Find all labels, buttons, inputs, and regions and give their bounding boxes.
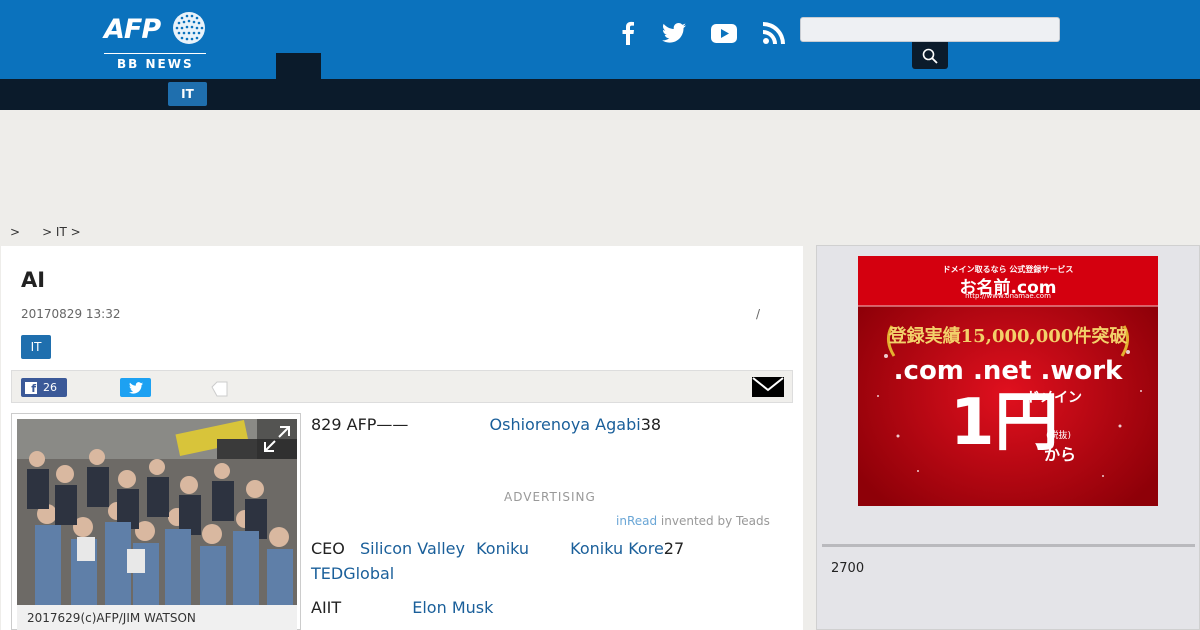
search-button[interactable] <box>912 42 948 69</box>
expand-icon <box>264 426 290 452</box>
paragraph-text: 38 <box>640 415 662 434</box>
paragraph-text: 829 AFP—— <box>311 415 409 434</box>
paragraph-text: AIIT <box>311 598 342 617</box>
article-paragraph-1: 829 AFP—— Oshiorenoya Agabi38 <box>311 415 661 434</box>
breadcrumb-item[interactable]: > IT > <box>42 225 81 239</box>
sidebar-divider <box>822 544 1195 547</box>
photo-caption: 2017629(c)AFP/JIM WATSON <box>17 605 297 630</box>
logo-divider <box>104 53 206 54</box>
search-input[interactable] <box>800 17 1060 42</box>
ad-tax: (税抜) <box>1046 431 1072 441</box>
article-tag-it[interactable]: IT <box>21 335 51 359</box>
hatena-bookmark-icon[interactable] <box>208 377 228 397</box>
inread-brand: inRead <box>616 514 658 528</box>
person-link-agabi[interactable]: Oshiorenoya Agabi <box>490 415 641 434</box>
afp-logo[interactable]: AFP BB NEWS <box>104 8 208 74</box>
paragraph-text: 27 <box>663 539 685 558</box>
onamae-ad-banner[interactable]: ドメイン取るなら 公式登録サービス お名前.com http://www.ona… <box>858 256 1158 506</box>
logo-wordmark: AFP <box>104 14 161 45</box>
twitter-icon <box>128 381 143 394</box>
link-koniku-kore[interactable]: Koniku Kore <box>570 539 664 558</box>
advertising-label: ADVERTISING <box>504 490 596 504</box>
article-container: AI 20170829 13:32 / IT f 26 2017629(c)AF… <box>1 246 803 630</box>
link-koniku[interactable]: Koniku <box>476 539 529 558</box>
share-bar: f 26 <box>11 370 793 403</box>
rss-icon[interactable] <box>759 18 789 48</box>
article-meta-separator: / <box>756 307 761 321</box>
link-silicon-valley[interactable]: Silicon Valley <box>360 539 465 558</box>
header-tab[interactable] <box>276 53 321 79</box>
facebook-share-button[interactable]: f 26 <box>21 378 67 397</box>
twitter-icon[interactable] <box>659 18 689 48</box>
ad-url: http://www.onamae.com <box>965 292 1051 300</box>
expand-photo-button[interactable] <box>257 419 297 459</box>
ad-banner-text: 登録実績15,000,000件突破 <box>888 326 1128 347</box>
link-elon-musk[interactable]: Elon Musk <box>412 598 493 617</box>
article-photo[interactable]: 2017629(c)AFP/JIM WATSON <box>11 413 301 630</box>
facebook-icon[interactable] <box>613 18 643 48</box>
airport-security-photo <box>17 419 297 605</box>
youtube-icon[interactable] <box>709 18 739 48</box>
ad-from: から <box>1044 445 1077 464</box>
link-tedglobal[interactable]: TEDGlobal <box>311 564 394 583</box>
twitter-share-button[interactable] <box>120 378 151 397</box>
article-date: 20170829 13:32 <box>21 307 121 321</box>
article-paragraph-3: AIIT Elon Musk <box>311 598 493 617</box>
logo-subtitle: BB NEWS <box>117 57 194 71</box>
sidebar-count: 2700 <box>831 561 865 576</box>
breadcrumb: > > IT > <box>10 225 103 239</box>
breadcrumb-item[interactable]: > <box>10 225 20 239</box>
article-paragraph-2: CEO Silicon Valley Koniku Koniku Kore27 … <box>311 536 791 586</box>
paragraph-text: CEO <box>311 539 345 558</box>
nav-item-it[interactable]: IT <box>168 82 207 106</box>
search-icon <box>922 48 938 64</box>
facebook-icon: f <box>25 381 37 394</box>
ad-tlds: .com .net .work <box>893 356 1123 386</box>
globe-icon <box>173 12 205 44</box>
article-title: AI <box>21 268 46 292</box>
inread-label[interactable]: inRead invented by Teads <box>616 514 770 528</box>
ad-price: 1円 <box>950 386 1059 460</box>
inread-text: invented by Teads <box>657 514 770 528</box>
facebook-share-count: 26 <box>43 381 57 394</box>
mail-icon[interactable] <box>752 377 784 397</box>
